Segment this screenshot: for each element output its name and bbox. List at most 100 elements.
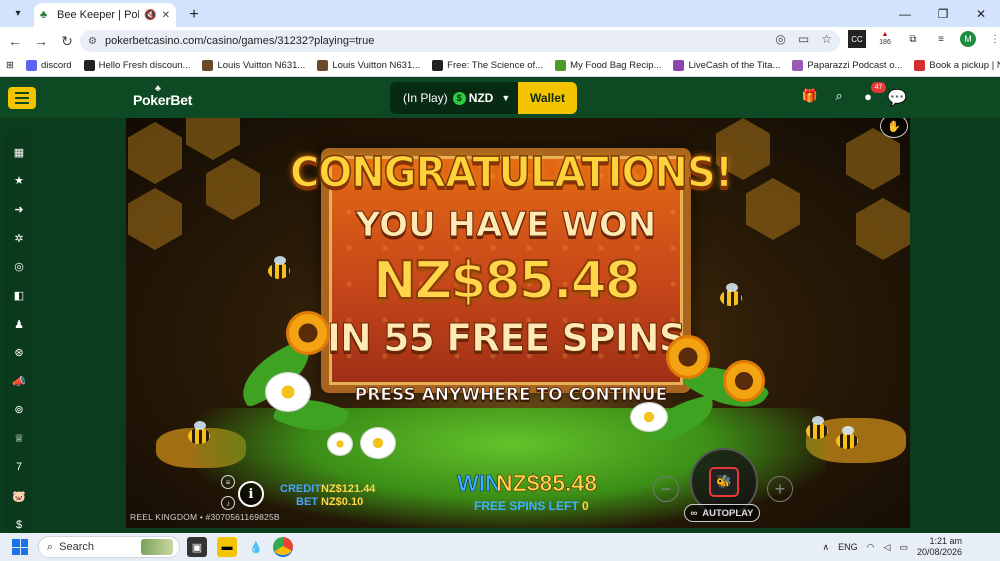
- sound-icon[interactable]: ♪: [221, 496, 235, 510]
- bet-plus-button[interactable]: +: [767, 476, 793, 502]
- target-icon[interactable]: ◎: [5, 258, 33, 274]
- congratulations-title: CONGRATULATIONS!: [289, 148, 734, 198]
- volume-icon[interactable]: ◁: [884, 542, 891, 553]
- honeycomb-cell: [186, 118, 240, 160]
- site-header: ♣ PokerBet (In Play) $ NZD ▼ Wallet 🎁 ⌕ …: [0, 78, 1000, 118]
- autoplay-button[interactable]: ∞ AUTOPLAY: [684, 504, 760, 522]
- honeycomb-cell: [746, 178, 800, 240]
- search-icon[interactable]: ⌕: [831, 88, 847, 104]
- fullscreen-icon[interactable]: ✋: [880, 118, 908, 138]
- bookmark-label: Hello Fresh discoun...: [98, 60, 191, 71]
- edge-icon[interactable]: 💧: [246, 537, 266, 557]
- wallet-button[interactable]: Wallet: [518, 82, 577, 114]
- browser-tab-active[interactable]: ♣ Bee Keeper | PokerbetCasin 🔇 ✕: [34, 3, 176, 27]
- tab-title: Bee Keeper | PokerbetCasin: [57, 9, 139, 21]
- extension-badge-icon[interactable]: ▲ 186: [876, 30, 894, 48]
- chip-icon[interactable]: ⊛: [5, 344, 33, 360]
- seven-icon[interactable]: 7: [5, 459, 33, 475]
- settings-icon[interactable]: ✲: [5, 230, 33, 246]
- bet-minus-button[interactable]: −: [653, 476, 679, 502]
- bookmark-item[interactable]: Free: The Science of...: [426, 60, 549, 71]
- eye-off-icon[interactable]: ◎: [775, 32, 785, 46]
- new-tab-button[interactable]: +: [182, 3, 206, 27]
- megaphone-icon[interactable]: 📣: [5, 373, 33, 389]
- promo-icon[interactable]: $: [5, 517, 33, 533]
- game-stage[interactable]: CONGRATULATIONS! YOU HAVE WON NZ$85.48 I…: [126, 118, 910, 528]
- cast-icon[interactable]: ▭: [798, 32, 809, 46]
- calendar-icon[interactable]: ▦: [5, 144, 33, 160]
- sunflower: [286, 311, 330, 355]
- taskbar-search[interactable]: ⌕ Search: [38, 536, 180, 558]
- system-tray: ∧ ENG ◠ ◁ ▭ 1:21 am 20/08/2026: [823, 533, 962, 561]
- hamburger-menu-icon[interactable]: [8, 87, 36, 109]
- bookmark-item[interactable]: Paparazzi Podcast o...: [786, 60, 908, 71]
- bee: [806, 416, 828, 439]
- site-logo[interactable]: PokerBet: [133, 92, 192, 108]
- windows-start-icon[interactable]: [12, 539, 28, 555]
- currency-coin-icon: $: [452, 91, 466, 105]
- bookmark-item[interactable]: My Food Bag Recip...: [549, 60, 667, 71]
- mute-tab-icon[interactable]: 🔇: [144, 10, 156, 21]
- apps-grid-icon[interactable]: ⊞: [0, 60, 20, 71]
- arrow-right-icon[interactable]: ➜: [5, 201, 33, 217]
- tray-chevron-icon[interactable]: ∧: [823, 542, 830, 553]
- bee: [836, 426, 858, 449]
- bookmark-item[interactable]: Louis Vuitton N631...: [311, 60, 426, 71]
- bookmark-item[interactable]: Book a pickup | NZ...: [908, 60, 1000, 71]
- language-indicator[interactable]: ENG: [838, 542, 858, 552]
- chrome-menu-icon[interactable]: ⋮: [986, 30, 1000, 48]
- info-icon[interactable]: i: [238, 481, 264, 507]
- game-menu-icon[interactable]: ≡: [221, 475, 235, 489]
- forward-icon[interactable]: →: [28, 28, 54, 54]
- chess-icon[interactable]: ♟: [5, 316, 33, 332]
- bookmark-label: Paparazzi Podcast o...: [807, 60, 903, 71]
- bookmark-favicon-icon: [555, 60, 567, 71]
- autoplay-label: AUTOPLAY: [702, 507, 754, 519]
- site-info-icon[interactable]: ⚙: [88, 36, 97, 47]
- profile-avatar[interactable]: M: [960, 31, 976, 47]
- wifi-icon[interactable]: ◠: [867, 542, 875, 553]
- extensions-area: CC ▲ 186 ⧉ ≡ M ⋮: [848, 30, 1000, 48]
- minimize-icon[interactable]: —: [886, 0, 924, 27]
- logo-leaf-icon: ♣: [155, 83, 161, 93]
- reload-icon[interactable]: ↻: [54, 28, 80, 54]
- browser-toolbar: ← → ↻ ⚙ pokerbetcasino.com/casino/games/…: [0, 27, 1000, 55]
- back-icon[interactable]: ←: [2, 28, 28, 54]
- task-view-icon[interactable]: ▣: [187, 537, 207, 557]
- address-bar[interactable]: ⚙ pokerbetcasino.com/casino/games/31232?…: [80, 30, 840, 52]
- you-have-won-text: YOU HAVE WON: [355, 205, 657, 246]
- maximize-icon[interactable]: ❐: [924, 0, 962, 27]
- bookmark-star-icon[interactable]: ☆: [821, 32, 832, 46]
- bookmark-item[interactable]: Hello Fresh discoun...: [78, 60, 197, 71]
- chrome-taskbar-icon[interactable]: [273, 537, 293, 557]
- puzzle-extensions-icon[interactable]: ⧉: [904, 30, 922, 48]
- poker-chip-icon[interactable]: ⊚: [5, 401, 33, 417]
- media-icon[interactable]: ≡: [932, 30, 950, 48]
- bookmark-item[interactable]: Louis Vuitton N631...: [196, 60, 311, 71]
- bookmark-icon[interactable]: ◧: [5, 287, 33, 303]
- free-spins-left: FREE SPINS LEFT 0: [474, 499, 589, 513]
- cc-extension-icon[interactable]: CC: [848, 30, 866, 48]
- star-icon[interactable]: ★: [5, 172, 33, 188]
- chat-icon[interactable]: 💬: [886, 87, 908, 109]
- battery-icon[interactable]: ▭: [899, 542, 908, 553]
- bet-value: NZ$0.10: [321, 496, 364, 508]
- bookmark-item[interactable]: LiveCash of the Tita...: [667, 60, 786, 71]
- search-icon: ⌕: [47, 540, 54, 553]
- file-explorer-icon[interactable]: ▬: [217, 537, 237, 557]
- tab-search-icon[interactable]: ▾: [6, 1, 30, 25]
- bookmark-item[interactable]: discord: [20, 60, 78, 71]
- piggy-bank-icon[interactable]: 🐷: [5, 488, 33, 504]
- bookmark-favicon-icon: [83, 60, 95, 71]
- close-tab-icon[interactable]: ✕: [162, 10, 170, 21]
- daisy: [631, 403, 667, 431]
- clock[interactable]: 1:21 am 20/08/2026: [917, 536, 962, 558]
- win-value: NZ$85.48: [496, 470, 598, 497]
- press-to-continue[interactable]: PRESS ANYWHERE TO CONTINUE: [341, 385, 681, 406]
- trophy-icon[interactable]: ♕: [5, 430, 33, 446]
- close-window-icon[interactable]: ✕: [962, 0, 1000, 27]
- gift-icon[interactable]: 🎁: [802, 88, 818, 104]
- bookmarks-bar: ⊞ discord Hello Fresh discoun... Louis Vui…: [0, 55, 1000, 77]
- bookmark-label: Book a pickup | NZ...: [929, 60, 1000, 71]
- honeycomb-cell: [206, 158, 260, 220]
